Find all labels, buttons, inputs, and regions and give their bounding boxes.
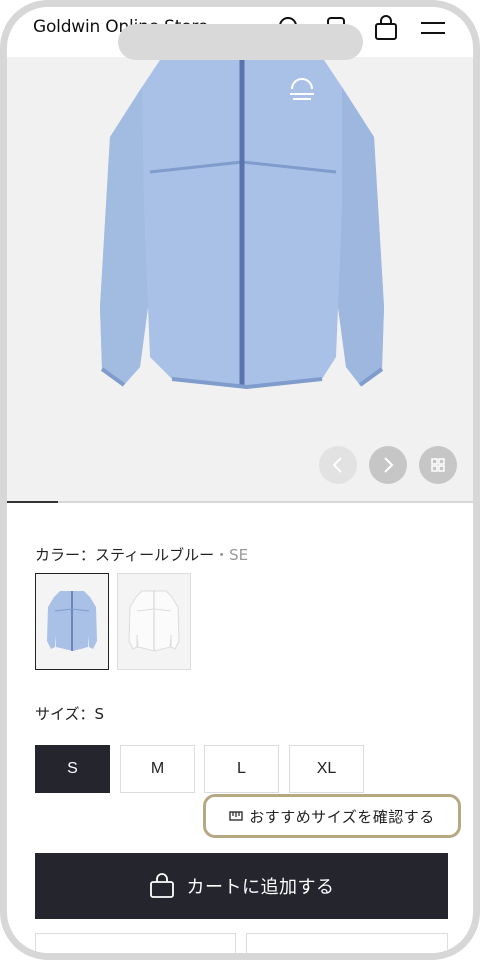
ruler-icon bbox=[229, 811, 243, 821]
hamburger-menu-icon[interactable] bbox=[420, 15, 446, 41]
shopping-bag-icon[interactable] bbox=[373, 15, 399, 41]
size-label: サイズ：S bbox=[35, 705, 105, 723]
recommend-size-label: おすすめサイズを確認する bbox=[249, 807, 435, 826]
size-option-l[interactable]: L bbox=[204, 745, 279, 793]
swatch-jacket-white-image bbox=[128, 590, 180, 652]
shopping-bag-icon bbox=[149, 873, 174, 898]
add-to-cart-button[interactable]: カートに追加する bbox=[35, 853, 448, 919]
recommend-size-button[interactable]: おすすめサイズを確認する bbox=[203, 794, 461, 838]
size-option-m[interactable]: M bbox=[120, 745, 195, 793]
chevron-right-icon bbox=[384, 457, 394, 473]
add-to-cart-label: カートに追加する bbox=[186, 877, 335, 898]
color-swatch-steel-blue[interactable] bbox=[35, 573, 109, 670]
next-image-button[interactable] bbox=[369, 446, 407, 484]
color-code: ・SE bbox=[214, 546, 249, 564]
size-option-s[interactable]: S bbox=[35, 745, 110, 793]
product-page: Goldwin Online Store カラー：スティールブルー・SE サイズ… bbox=[7, 7, 473, 953]
gallery-progress-fill bbox=[7, 501, 59, 503]
swatch-jacket-blue-image bbox=[47, 590, 97, 651]
grid-view-button[interactable] bbox=[419, 446, 457, 484]
grid-icon bbox=[431, 458, 445, 472]
camera-notch bbox=[118, 24, 363, 60]
chevron-left-icon bbox=[332, 457, 342, 473]
color-label: カラー：スティールブルー・SE bbox=[35, 544, 248, 565]
product-image bbox=[100, 57, 384, 390]
product-gallery[interactable] bbox=[7, 57, 473, 501]
color-swatch-white[interactable] bbox=[117, 573, 191, 670]
size-option-xl[interactable]: XL bbox=[289, 745, 364, 793]
previous-image-button[interactable] bbox=[319, 446, 357, 484]
gallery-progress-bar bbox=[7, 501, 473, 503]
secondary-action-button[interactable] bbox=[35, 933, 236, 953]
color-name: カラー：スティールブルー bbox=[35, 546, 215, 564]
secondary-action-button[interactable] bbox=[246, 933, 448, 953]
